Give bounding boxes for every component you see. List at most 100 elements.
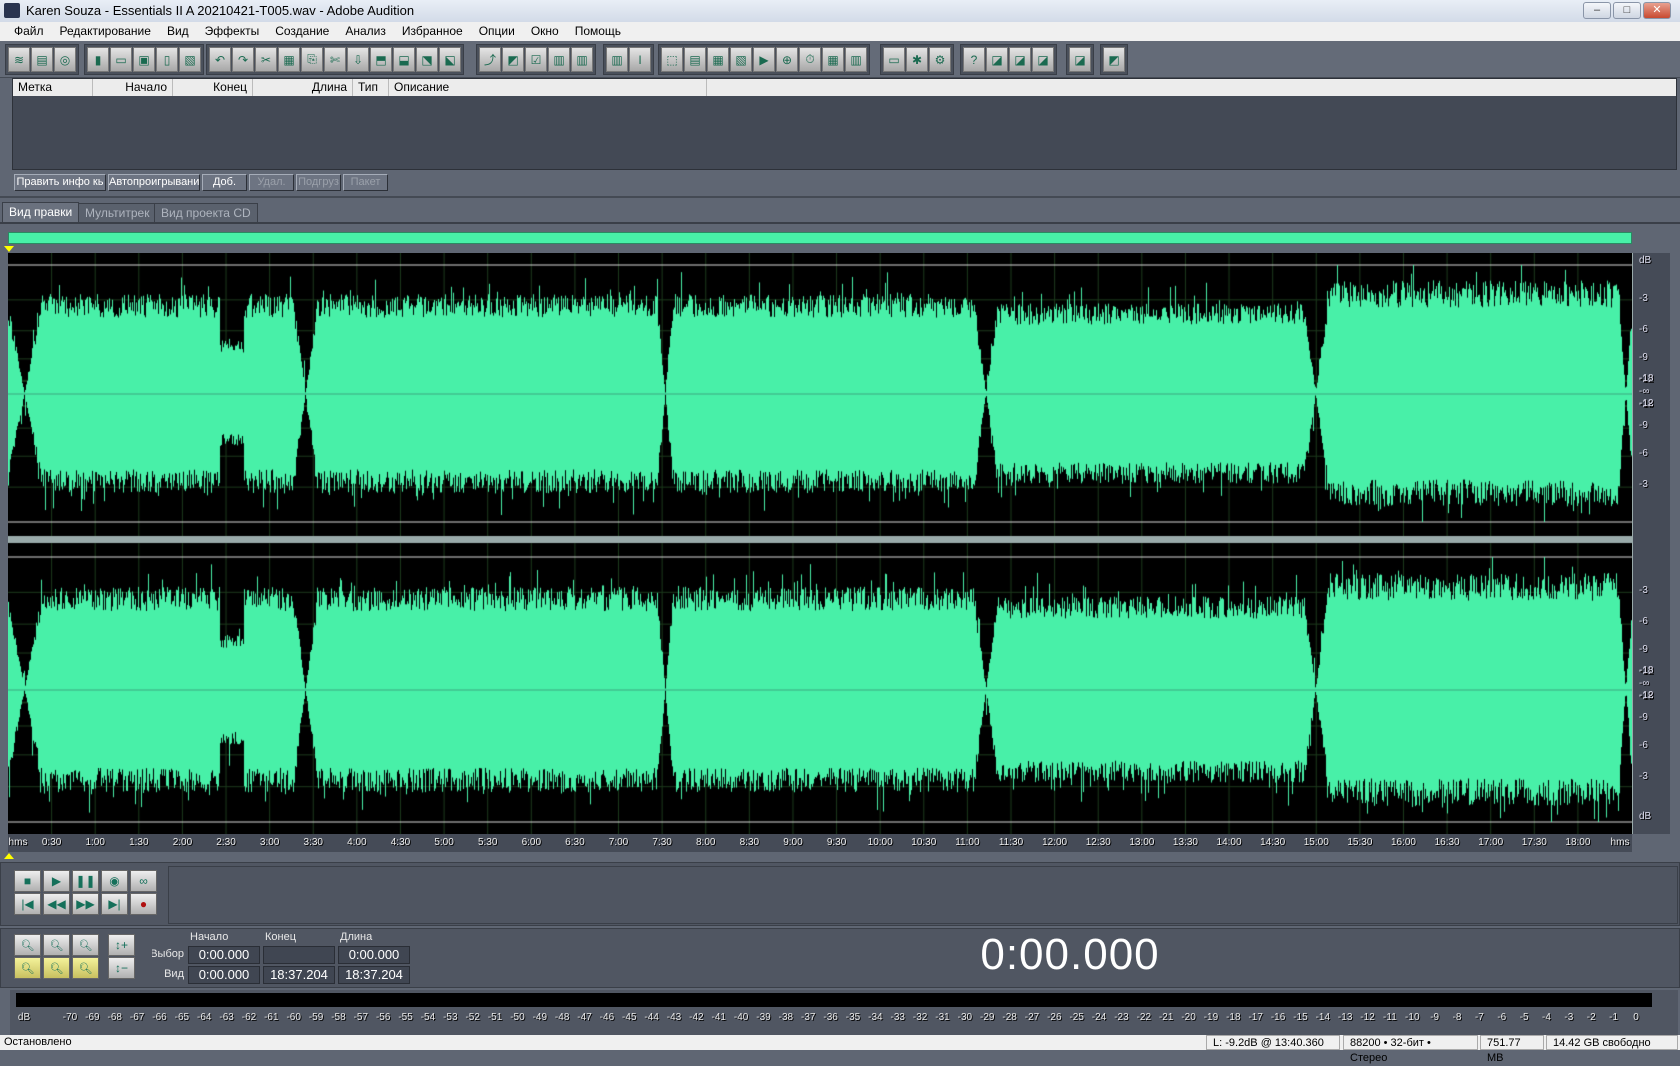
col-label[interactable]: Метка — [13, 79, 93, 96]
toolbar-button-icon[interactable]: ▯ — [156, 47, 178, 72]
pause-button[interactable]: ❚❚ — [72, 870, 99, 892]
toolbar-button-icon[interactable]: ▤ — [684, 47, 706, 72]
toolbar-button-icon[interactable]: ▥ — [548, 47, 570, 72]
toolbar-button-icon[interactable]: ▧ — [730, 47, 752, 72]
toolbar-button-icon[interactable]: ☑ — [525, 47, 547, 72]
play-button[interactable]: ▶ — [43, 870, 70, 892]
toolbar-button-icon[interactable]: ▥ — [606, 47, 628, 72]
toolbar-button-icon[interactable]: ⬚ — [661, 47, 683, 72]
menu-analyze[interactable]: Анализ — [337, 22, 394, 41]
toolbar-button-icon[interactable]: ⎘ — [301, 47, 323, 72]
zoom-in-vertical-icon[interactable]: ↕+ — [108, 934, 135, 956]
delete-marker-button[interactable]: Удал. — [249, 174, 294, 191]
maximize-button[interactable]: □ — [1613, 2, 1641, 19]
rewind-button[interactable]: ◀◀ — [43, 893, 70, 915]
toolbar-button-icon[interactable]: ◩ — [1103, 47, 1125, 72]
toolbar-button-icon[interactable]: ⏱ — [799, 47, 821, 72]
toolbar-button-icon[interactable]: ▶ — [753, 47, 775, 72]
toolbar-button-icon[interactable]: ✂ — [255, 47, 277, 72]
col-length[interactable]: Длина — [253, 79, 353, 96]
toolbar-button-icon[interactable]: ↷ — [232, 47, 254, 72]
toolbar-button-icon[interactable]: ▦ — [707, 47, 729, 72]
batch-button[interactable]: Пакет — [343, 174, 388, 191]
edit-cue-info-button[interactable]: Править инфо кь — [14, 174, 106, 191]
col-start[interactable]: Начало — [93, 79, 173, 96]
toolbar-button-icon[interactable]: ⬓ — [393, 47, 415, 72]
view-end-field[interactable]: 18:37.204 — [263, 966, 335, 984]
zoom-selection-icon[interactable]: 🔍︎ — [43, 957, 70, 979]
toolbar-button-icon[interactable]: ◪ — [1032, 47, 1054, 72]
toolbar-button-icon[interactable]: ▧ — [179, 47, 201, 72]
menu-window[interactable]: Окно — [523, 22, 567, 41]
close-button[interactable]: ✕ — [1643, 2, 1671, 19]
load-marker-button[interactable]: Подгруз — [296, 174, 341, 191]
toolbar-button-icon[interactable]: ▦ — [822, 47, 844, 72]
add-marker-button[interactable]: Доб. — [202, 174, 247, 191]
autoplay-button[interactable]: Автопроигрывани — [108, 174, 200, 191]
menu-edit[interactable]: Редактирование — [52, 22, 159, 41]
menu-favorites[interactable]: Избранное — [394, 22, 471, 41]
toolbar-button-icon[interactable]: ⬒ — [370, 47, 392, 72]
tab-cd-project[interactable]: Вид проекта CD — [154, 203, 258, 222]
zoom-out-icon[interactable]: 🔍︎ — [43, 934, 70, 956]
zoom-out-vertical-icon[interactable]: ↕− — [108, 957, 135, 979]
toolbar-button-icon[interactable]: ◎ — [54, 47, 76, 72]
selection-length-field[interactable]: 0:00.000 — [338, 946, 410, 964]
toolbar-button-icon[interactable]: ⬔ — [416, 47, 438, 72]
minimize-button[interactable]: – — [1583, 2, 1611, 19]
tab-multitrack[interactable]: Мультитрек — [78, 203, 157, 222]
menu-view[interactable]: Вид — [159, 22, 197, 41]
record-button[interactable]: ● — [130, 893, 157, 915]
menu-options[interactable]: Опции — [471, 22, 523, 41]
toolbar-button-icon[interactable]: ⬕ — [439, 47, 461, 72]
toolbar-button-icon[interactable]: ↶ — [209, 47, 231, 72]
col-end[interactable]: Конец — [173, 79, 253, 96]
toolbar-button-icon[interactable]: ▦ — [278, 47, 300, 72]
toolbar-button-icon[interactable]: ▥ — [845, 47, 867, 72]
toolbar-button-icon[interactable]: ⤴ — [479, 47, 501, 72]
toolbar-button-icon[interactable]: ▮ — [87, 47, 109, 72]
menu-effects[interactable]: Эффекты — [197, 22, 268, 41]
waveform-display[interactable] — [8, 253, 1632, 834]
col-description[interactable]: Описание — [389, 79, 707, 96]
toolbar-button-icon[interactable]: ◩ — [502, 47, 524, 72]
play-to-end-button[interactable]: ◉ — [101, 870, 128, 892]
loop-button[interactable]: ∞ — [130, 870, 157, 892]
toolbar-button-icon[interactable]: ▭ — [110, 47, 132, 72]
view-start-field[interactable]: 0:00.000 — [188, 966, 260, 984]
time-ruler[interactable]: hms 0:30 1:00 1:30 2:00 2:30 3:00 3:30 4:00 4:30 5… — [8, 834, 1632, 852]
go-to-end-button[interactable]: ▶| — [101, 893, 128, 915]
toolbar-button-icon[interactable]: ◪ — [1069, 47, 1091, 72]
overview-bar[interactable] — [8, 232, 1632, 244]
stop-button[interactable]: ■ — [14, 870, 41, 892]
toolbar-button-icon[interactable]: ◪ — [1009, 47, 1031, 72]
zoom-full-icon[interactable]: 🔍︎ — [72, 934, 99, 956]
view-length-field[interactable]: 18:37.204 — [338, 966, 410, 984]
toolbar-button-icon[interactable]: ⇩ — [347, 47, 369, 72]
menu-generate[interactable]: Создание — [267, 22, 337, 41]
menu-file[interactable]: Файл — [6, 22, 52, 41]
toolbar-button-icon[interactable]: ▣ — [133, 47, 155, 72]
col-type[interactable]: Тип — [353, 79, 389, 96]
toolbar-button-icon[interactable]: ✱ — [906, 47, 928, 72]
tab-edit-view[interactable]: Вид правки — [2, 202, 80, 223]
toolbar-button-icon[interactable]: ? — [963, 47, 985, 72]
selection-end-field[interactable] — [263, 946, 335, 964]
toolbar-button-icon[interactable]: ⚙ — [929, 47, 951, 72]
zoom-in-icon[interactable]: 🔍︎ — [14, 934, 41, 956]
toolbar-button-icon[interactable]: ≋ — [8, 47, 30, 72]
fast-forward-button[interactable]: ▶▶ — [72, 893, 99, 915]
selection-start-field[interactable]: 0:00.000 — [188, 946, 260, 964]
playhead-marker-icon[interactable] — [4, 246, 14, 252]
toolbar-button-icon[interactable]: ▭ — [883, 47, 905, 72]
zoom-in-left-icon[interactable]: 🔍︎ — [14, 957, 41, 979]
toolbar-button-icon[interactable]: ◪ — [986, 47, 1008, 72]
toolbar-button-icon[interactable]: ▤ — [31, 47, 53, 72]
playhead-marker-icon[interactable] — [4, 853, 14, 859]
zoom-in-right-icon[interactable]: 🔍︎ — [72, 957, 99, 979]
toolbar-button-icon[interactable]: ⊕ — [776, 47, 798, 72]
go-to-start-button[interactable]: |◀ — [14, 893, 41, 915]
toolbar-button-icon[interactable]: ▥ — [571, 47, 593, 72]
toolbar-button-icon[interactable]: ✄ — [324, 47, 346, 72]
menu-help[interactable]: Помощь — [567, 22, 629, 41]
